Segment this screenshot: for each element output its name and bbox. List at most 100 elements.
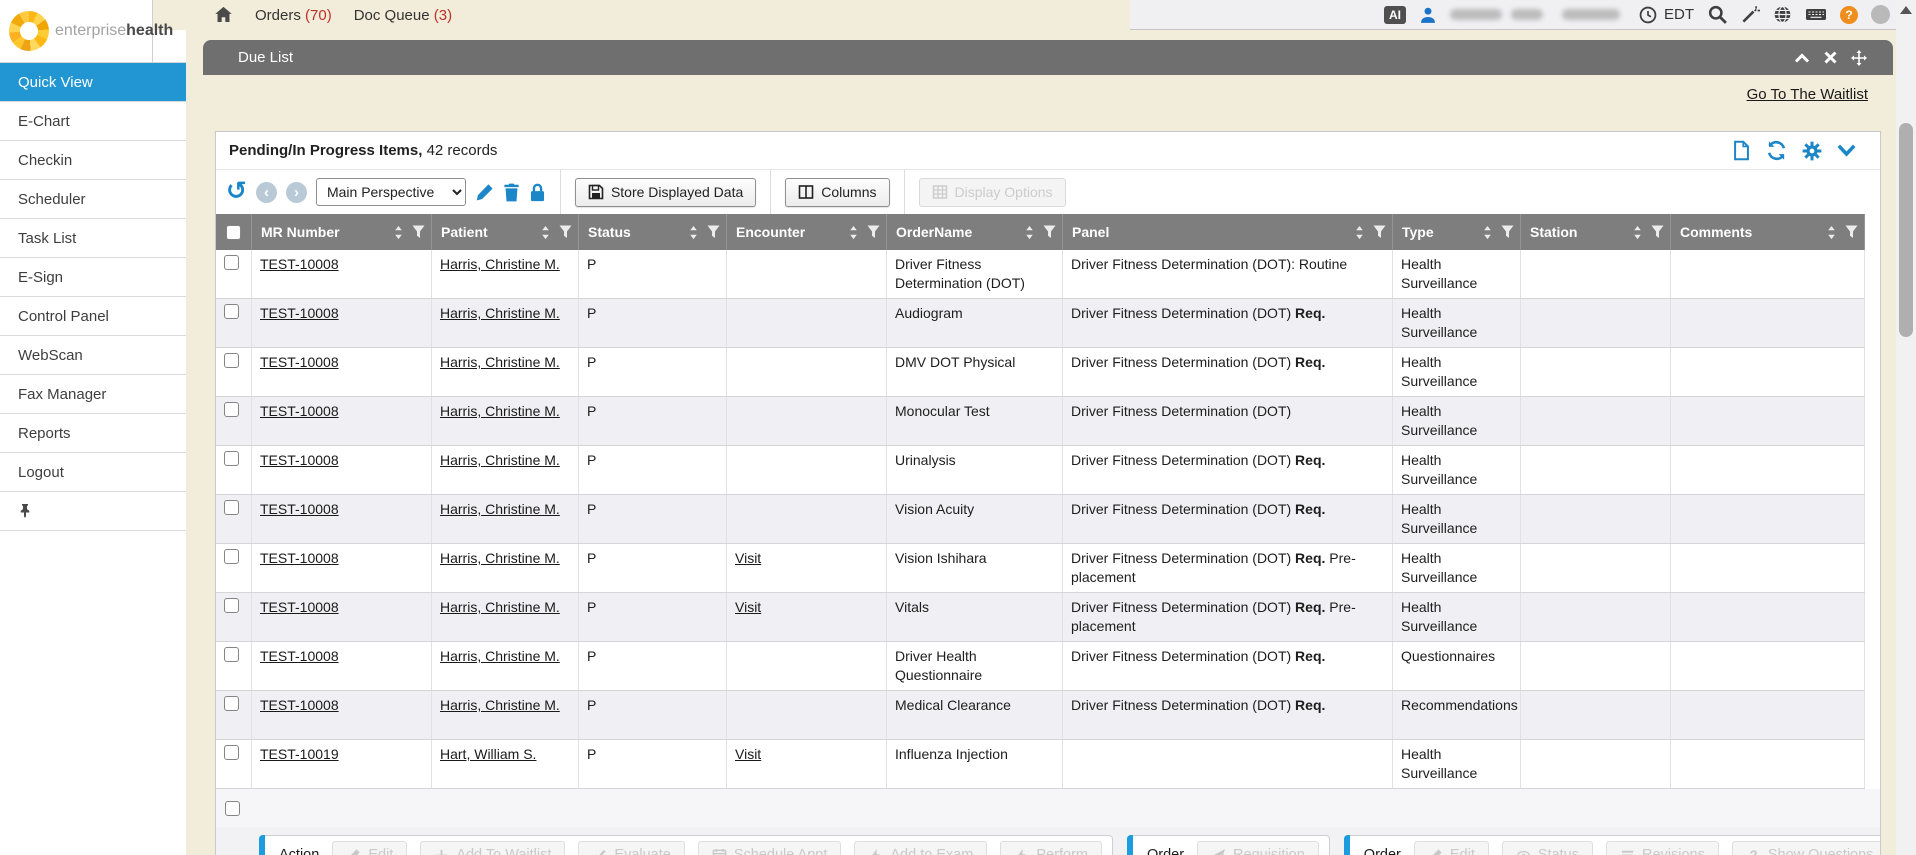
sort-icon[interactable] [1826, 225, 1837, 240]
sidebar-item-webscan[interactable]: WebScan [0, 336, 186, 375]
new-document-icon[interactable] [1732, 140, 1751, 161]
row-checkbox[interactable] [224, 402, 239, 417]
patient-link[interactable]: Harris, Christine M. [440, 354, 560, 370]
patient-link[interactable]: Harris, Christine M. [440, 599, 560, 615]
gear-icon[interactable] [1802, 141, 1822, 161]
column-header-status[interactable]: Status [579, 214, 727, 250]
row-checkbox[interactable] [224, 745, 239, 760]
schedule-appt-button[interactable]: Schedule Appt [698, 841, 842, 855]
perform-button[interactable]: Perform [1000, 841, 1102, 855]
mr-number-link[interactable]: TEST-10008 [260, 305, 339, 321]
scrollbar-thumb[interactable] [1899, 123, 1913, 337]
patient-link[interactable]: Harris, Christine M. [440, 256, 560, 272]
mr-number-link[interactable]: TEST-10008 [260, 501, 339, 517]
mr-number-link[interactable]: TEST-10008 [260, 452, 339, 468]
edit-button[interactable]: Edit [332, 841, 407, 855]
sort-icon[interactable] [688, 225, 699, 240]
sort-icon[interactable] [540, 225, 551, 240]
row-checkbox[interactable] [224, 304, 239, 319]
close-icon[interactable] [1824, 51, 1837, 64]
row-checkbox[interactable] [224, 353, 239, 368]
app-logo[interactable]: enterprisehealth [0, 0, 153, 62]
waitlist-link[interactable]: Go To The Waitlist [1747, 86, 1868, 103]
prev-perspective-button[interactable]: ‹ [256, 182, 277, 203]
refresh-icon[interactable] [1766, 140, 1787, 161]
next-perspective-button[interactable]: › [286, 182, 307, 203]
chevron-down-icon[interactable] [1837, 144, 1856, 157]
patient-link[interactable]: Harris, Christine M. [440, 305, 560, 321]
filter-icon[interactable] [1845, 225, 1858, 239]
encounter-link[interactable]: Visit [735, 599, 761, 615]
encounter-link[interactable]: Visit [735, 746, 761, 762]
patient-link[interactable]: Harris, Christine M. [440, 403, 560, 419]
sidebar-item-logout[interactable]: Logout [0, 453, 186, 492]
move-icon[interactable] [1851, 50, 1867, 66]
filter-icon[interactable] [707, 225, 720, 239]
collapse-icon[interactable] [1794, 52, 1810, 64]
mr-number-link[interactable]: TEST-10008 [260, 403, 339, 419]
store-displayed-data-button[interactable]: Store Displayed Data [575, 178, 756, 207]
filter-icon[interactable] [1043, 225, 1056, 239]
mr-number-link[interactable]: TEST-10008 [260, 550, 339, 566]
patient-link[interactable]: Harris, Christine M. [440, 550, 560, 566]
mr-number-link[interactable]: TEST-10008 [260, 599, 339, 615]
ai-badge[interactable]: AI [1384, 6, 1406, 24]
perspective-select[interactable]: Main Perspective [316, 178, 466, 206]
nav-orders[interactable]: Orders (70) [255, 7, 332, 24]
lock-perspective-icon[interactable] [529, 183, 546, 202]
row-checkbox[interactable] [224, 255, 239, 270]
row-checkbox[interactable] [224, 647, 239, 662]
revisions-button[interactable]: Revisions [1606, 841, 1719, 855]
column-header-panel[interactable]: Panel [1063, 214, 1393, 250]
home-icon[interactable] [214, 6, 233, 24]
add-to-exam-button[interactable]: Add to Exam [854, 841, 987, 855]
clock-icon[interactable] [1639, 6, 1657, 24]
filter-icon[interactable] [1501, 225, 1514, 239]
filter-icon[interactable] [1373, 225, 1386, 239]
sidebar-pin-button[interactable] [0, 492, 186, 531]
sort-icon[interactable] [848, 225, 859, 240]
mr-number-link[interactable]: TEST-10008 [260, 256, 339, 272]
column-header-patient[interactable]: Patient [432, 214, 579, 250]
column-header-ordername[interactable]: OrderName [887, 214, 1063, 250]
mr-number-link[interactable]: TEST-10008 [260, 354, 339, 370]
evaluate-button[interactable]: Evaluate [578, 841, 684, 855]
globe-icon[interactable] [1773, 5, 1792, 24]
column-header-type[interactable]: Type [1393, 214, 1521, 250]
sort-icon[interactable] [1632, 225, 1643, 240]
sidebar-item-scheduler[interactable]: Scheduler [0, 180, 186, 219]
help-icon[interactable]: ? [1840, 6, 1858, 24]
patient-link[interactable]: Harris, Christine M. [440, 648, 560, 664]
row-checkbox[interactable] [224, 598, 239, 613]
filter-icon[interactable] [867, 225, 880, 239]
sidebar-item-reports[interactable]: Reports [0, 414, 186, 453]
filter-icon[interactable] [412, 225, 425, 239]
patient-link[interactable]: Hart, William S. [440, 746, 536, 762]
column-header-encounter[interactable]: Encounter [727, 214, 887, 250]
search-icon[interactable] [1707, 4, 1728, 25]
status-button[interactable]: Status [1502, 841, 1593, 855]
sidebar-item-checkin[interactable]: Checkin [0, 141, 186, 180]
sort-icon[interactable] [1482, 225, 1493, 240]
row-checkbox[interactable] [224, 500, 239, 515]
sidebar-item-quick-view[interactable]: Quick View [0, 63, 186, 102]
avatar[interactable] [1871, 5, 1890, 24]
row-checkbox[interactable] [224, 549, 239, 564]
sidebar-item-task-list[interactable]: Task List [0, 219, 186, 258]
select-all-checkbox[interactable] [226, 225, 241, 240]
edit-button[interactable]: Edit [1414, 841, 1489, 855]
mr-number-link[interactable]: TEST-10019 [260, 746, 339, 762]
footer-checkbox[interactable] [225, 801, 240, 816]
sidebar-item-control-panel[interactable]: Control Panel [0, 297, 186, 336]
sort-icon[interactable] [1024, 225, 1035, 240]
column-header-mr-number[interactable]: MR Number [252, 214, 432, 250]
edit-perspective-icon[interactable] [475, 183, 494, 202]
wand-icon[interactable] [1741, 5, 1760, 24]
keyboard-icon[interactable] [1805, 6, 1827, 23]
patient-link[interactable]: Harris, Christine M. [440, 697, 560, 713]
columns-button[interactable]: Columns [785, 178, 889, 207]
scroll-up-button[interactable] [1900, 6, 1912, 14]
undo-icon[interactable]: ↺ [226, 180, 247, 202]
column-header-station[interactable]: Station [1521, 214, 1671, 250]
filter-icon[interactable] [559, 225, 572, 239]
